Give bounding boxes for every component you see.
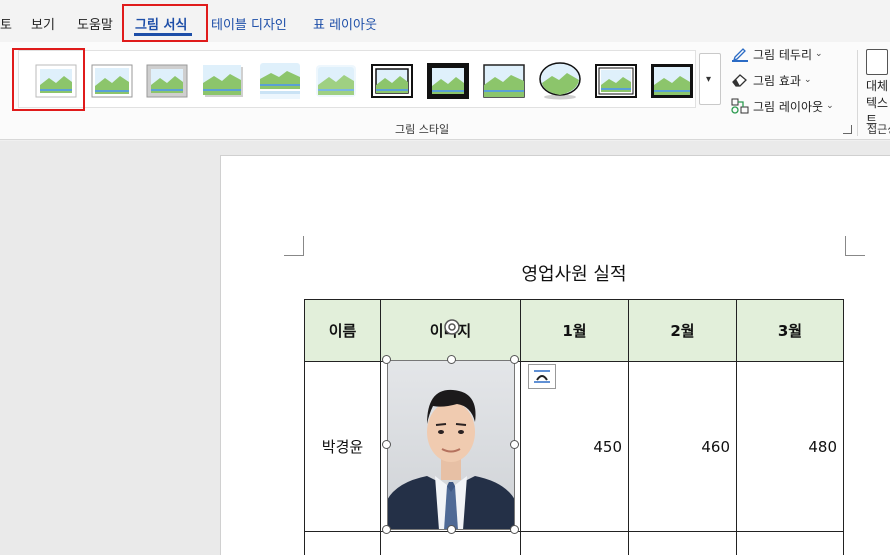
tab-table-layout[interactable]: 표 레이아웃 bbox=[313, 14, 377, 33]
picture-style-drop-shadow-rectangle[interactable] bbox=[202, 61, 244, 101]
header-mar[interactable]: 3월 bbox=[736, 299, 844, 362]
sales-table[interactable]: 이름 이미지 1월 2월 3월 박경윤 450 460 480 bbox=[304, 299, 844, 555]
tab-review-partial[interactable]: 토 bbox=[0, 14, 12, 33]
page-margin-mark-right bbox=[845, 236, 865, 256]
cell-feb[interactable]: 460 bbox=[628, 361, 737, 532]
resize-handle-se[interactable] bbox=[510, 525, 519, 534]
layout-options-icon bbox=[534, 370, 550, 383]
dropdown-caret-icon: ⌄ bbox=[803, 75, 812, 85]
group-separator bbox=[857, 50, 858, 136]
gallery-more-button[interactable]: ▾ bbox=[699, 53, 721, 105]
header-name[interactable]: 이름 bbox=[304, 299, 381, 362]
resize-handle-n[interactable] bbox=[447, 355, 456, 364]
alt-text-label-line1: 대체 bbox=[866, 79, 889, 93]
smartart-layout-icon bbox=[731, 98, 749, 114]
alt-text-icon bbox=[866, 49, 888, 75]
picture-style-metal-frame[interactable] bbox=[146, 61, 188, 101]
cell-empty[interactable] bbox=[380, 531, 521, 555]
tab-help[interactable]: 도움말 bbox=[77, 14, 113, 33]
layout-options-button[interactable] bbox=[528, 364, 556, 389]
word-window: 토 보기 도움말 그림 서식 테이블 디자인 표 레이아웃 ▾ 그림 테두리 ⌄… bbox=[0, 0, 890, 555]
picture-style-simple-frame-black[interactable] bbox=[483, 61, 525, 101]
eraser-effects-icon bbox=[732, 74, 747, 87]
resize-handle-sw[interactable] bbox=[382, 525, 391, 534]
cell-empty[interactable] bbox=[628, 531, 737, 555]
accessibility-group-label: 접근성 bbox=[867, 123, 890, 136]
dropdown-caret-icon: ⌄ bbox=[815, 49, 823, 59]
header-jan[interactable]: 1월 bbox=[520, 299, 629, 362]
alt-text-button[interactable]: 대체 텍스트 bbox=[866, 49, 890, 128]
style-highlight-box bbox=[12, 48, 85, 111]
header-feb[interactable]: 2월 bbox=[628, 299, 737, 362]
rotate-handle-icon[interactable] bbox=[443, 318, 461, 336]
resize-handle-e[interactable] bbox=[510, 440, 519, 449]
picture-border-button[interactable]: 그림 테두리 ⌄ bbox=[731, 44, 823, 64]
picture-style-soft-edge-rectangle[interactable] bbox=[315, 61, 357, 101]
picture-style-thick-matte-black[interactable] bbox=[427, 61, 469, 101]
table-row-empty bbox=[304, 531, 844, 555]
page-margin-mark-left bbox=[284, 236, 304, 256]
document-title[interactable]: 영업사원 실적 bbox=[305, 260, 843, 286]
picture-layout-label: 그림 레이아웃 bbox=[753, 99, 824, 114]
picture-style-double-frame-black[interactable] bbox=[371, 61, 413, 101]
picture-styles-gallery bbox=[18, 50, 696, 108]
tab-table-design[interactable]: 테이블 디자인 bbox=[211, 14, 287, 33]
picture-style-compound-frame-black[interactable] bbox=[595, 61, 637, 101]
cell-mar[interactable]: 480 bbox=[736, 361, 844, 532]
dialog-launcher-icon[interactable] bbox=[843, 125, 852, 134]
picture-style-center-shadow-rectangle[interactable] bbox=[651, 61, 693, 101]
cell-name[interactable]: 박경윤 bbox=[304, 361, 381, 532]
picture-layout-button[interactable]: 그림 레이아웃 ⌄ bbox=[731, 96, 834, 116]
resize-handle-ne[interactable] bbox=[510, 355, 519, 364]
picture-effects-label: 그림 효과 bbox=[753, 73, 801, 88]
picture-border-label: 그림 테두리 bbox=[753, 47, 813, 62]
picture-effects-button[interactable]: 그림 효과 ⌄ bbox=[731, 70, 812, 90]
picture-style-beveled-matte-white[interactable] bbox=[91, 61, 133, 101]
cell-empty[interactable] bbox=[736, 531, 844, 555]
cell-empty[interactable] bbox=[520, 531, 629, 555]
dropdown-caret-icon: ⌄ bbox=[826, 101, 834, 111]
tab-view[interactable]: 보기 bbox=[31, 14, 55, 33]
picture-style-oval[interactable] bbox=[539, 61, 581, 101]
table-header-row: 이름 이미지 1월 2월 3월 bbox=[304, 299, 844, 362]
chevron-down-icon: ▾ bbox=[706, 74, 712, 85]
tab-highlight-box bbox=[122, 4, 208, 42]
picture-style-reflected-rounded-rectangle[interactable] bbox=[259, 61, 301, 101]
pen-border-icon bbox=[732, 48, 748, 62]
image-selection-frame bbox=[387, 360, 515, 530]
resize-handle-w[interactable] bbox=[382, 440, 391, 449]
resize-handle-s[interactable] bbox=[447, 525, 456, 534]
cell-empty[interactable] bbox=[304, 531, 381, 555]
picture-styles-group-label: 그림 스타일 bbox=[395, 123, 450, 136]
resize-handle-nw[interactable] bbox=[382, 355, 391, 364]
